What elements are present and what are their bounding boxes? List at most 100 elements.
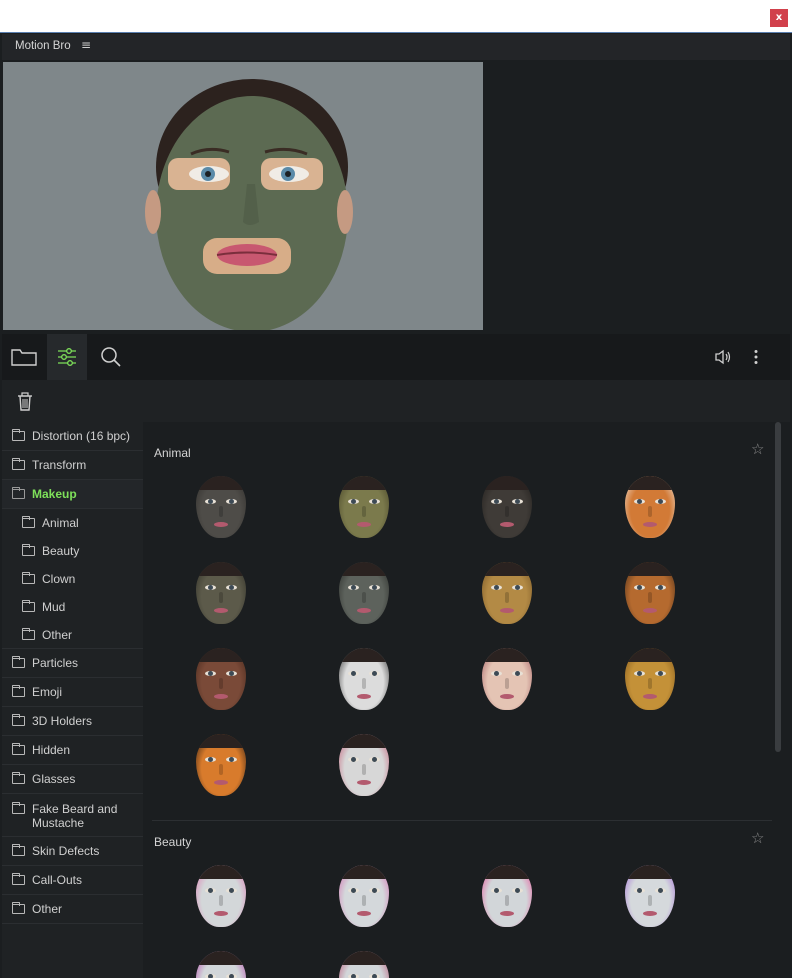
preset-thumbnail[interactable]: [189, 863, 253, 931]
folder-icon: [12, 873, 25, 885]
preset-thumbnail[interactable]: [618, 560, 682, 628]
search-icon[interactable]: [91, 334, 131, 380]
sidebar-item-label: Fake Beard and Mustache: [32, 802, 118, 830]
face-thumbnail-image: [625, 476, 675, 538]
preset-thumbnail[interactable]: [189, 474, 253, 542]
sidebar-item-label: Transform: [32, 458, 87, 472]
face-thumbnail-image: [196, 648, 246, 710]
face-thumbnail-image: [196, 951, 246, 978]
preset-thumbnail[interactable]: [618, 863, 682, 931]
sidebar-item-label: Mud: [42, 600, 66, 614]
sidebar-item-makeup[interactable]: Makeup: [2, 480, 143, 509]
preset-thumbnail[interactable]: [618, 474, 682, 542]
motion-bro-panel: Motion Bro ≡ Distortion (16 bpc) Transfo…: [2, 34, 790, 978]
sidebar-item-emoji[interactable]: Emoji: [2, 678, 143, 707]
face-thumbnail-image: [482, 865, 532, 927]
folder-icon: [12, 844, 25, 856]
preset-thumbnail[interactable]: [332, 732, 396, 800]
sidebar-item-clown[interactable]: Clown: [2, 565, 143, 593]
sidebar-item-makeup-other[interactable]: Other: [2, 621, 143, 649]
window-titlebar: x: [0, 0, 792, 33]
preset-thumbnail[interactable]: [475, 474, 539, 542]
presets-grid: Animal ☆ Beauty ☆: [143, 422, 790, 978]
preset-thumbnail[interactable]: [332, 474, 396, 542]
scrollbar[interactable]: [775, 422, 781, 752]
folder-icon[interactable]: [4, 334, 44, 380]
preset-thumbnail[interactable]: [475, 863, 539, 931]
face-thumbnail-image: [625, 648, 675, 710]
folder-icon: [12, 458, 25, 470]
sidebar-item-label: Emoji: [32, 685, 63, 699]
sliders-icon[interactable]: [47, 334, 87, 380]
sidebar-item-other[interactable]: Other: [2, 895, 143, 924]
sidebar-item-label: Beauty: [42, 544, 80, 558]
preset-thumbnail[interactable]: [332, 646, 396, 714]
face-thumbnail-image: [625, 865, 675, 927]
face-thumbnail-image: [196, 476, 246, 538]
sidebar-item-beauty[interactable]: Beauty: [2, 537, 143, 565]
sidebar-item-distortion[interactable]: Distortion (16 bpc): [2, 422, 143, 451]
sidebar-item-label: 3D Holders: [32, 714, 93, 728]
preset-thumbnail[interactable]: [189, 732, 253, 800]
sidebar-item-label: Makeup: [32, 487, 77, 501]
folder-icon: [22, 600, 35, 612]
sidebar-item-label: Glasses: [32, 772, 76, 786]
sidebar-item-3d-holders[interactable]: 3D Holders: [2, 707, 143, 736]
folder-icon: [22, 544, 35, 556]
preview-image: [3, 62, 483, 330]
close-button[interactable]: x: [770, 9, 788, 27]
preset-thumbnail[interactable]: [189, 646, 253, 714]
main-toolbar: [2, 334, 790, 380]
sidebar-item-label: Other: [42, 627, 73, 642]
sidebar-item-label: Call-Outs: [32, 873, 83, 887]
star-icon[interactable]: ☆: [751, 440, 764, 458]
preset-thumbnail[interactable]: [189, 560, 253, 628]
preset-thumbnail[interactable]: [475, 560, 539, 628]
section-title-animal: Animal: [154, 446, 191, 460]
folder-icon: [12, 429, 25, 441]
sidebar-item-fake-beard[interactable]: Fake Beard and Mustache: [2, 794, 143, 837]
sidebar-item-animal[interactable]: Animal: [2, 509, 143, 537]
star-icon[interactable]: ☆: [751, 829, 764, 847]
face-thumbnail-image: [339, 476, 389, 538]
face-thumbnail-image: [339, 562, 389, 624]
face-thumbnail-image: [196, 734, 246, 796]
preset-thumbnail[interactable]: [332, 949, 396, 978]
sidebar-item-label: Hidden: [32, 743, 71, 757]
category-sidebar: Distortion (16 bpc) Transform Makeup Ani…: [2, 422, 143, 978]
section-title-beauty: Beauty: [154, 835, 192, 849]
preset-thumbnail[interactable]: [332, 863, 396, 931]
preset-thumbnail[interactable]: [618, 646, 682, 714]
face-thumbnail-image: [339, 734, 389, 796]
folder-icon: [12, 802, 25, 814]
preset-thumbnail[interactable]: [189, 949, 253, 978]
action-bar: [2, 380, 790, 422]
sidebar-item-mud[interactable]: Mud: [2, 593, 143, 621]
folder-icon: [12, 902, 25, 914]
face-thumbnail-image: [482, 562, 532, 624]
folder-icon: [12, 743, 25, 755]
folder-icon: [12, 487, 25, 499]
folder-icon: [12, 772, 25, 784]
more-vertical-icon[interactable]: [736, 334, 776, 380]
preset-thumbnail[interactable]: [332, 560, 396, 628]
sidebar-item-label: Skin Defects: [32, 844, 100, 858]
face-thumbnail-image: [482, 648, 532, 710]
sidebar-item-particles[interactable]: Particles: [2, 649, 143, 678]
sidebar-item-call-outs[interactable]: Call-Outs: [2, 866, 143, 895]
sidebar-item-transform[interactable]: Transform: [2, 451, 143, 480]
trash-icon[interactable]: [16, 392, 34, 412]
folder-icon: [12, 685, 25, 697]
sidebar-item-label: Animal: [42, 516, 79, 530]
folder-icon: [12, 656, 25, 668]
panel-header: Motion Bro ≡: [2, 34, 790, 60]
panel-title: Motion Bro: [15, 40, 71, 52]
sidebar-item-skin-defects[interactable]: Skin Defects: [2, 837, 143, 866]
hamburger-icon[interactable]: ≡: [81, 38, 91, 52]
preset-thumbnail[interactable]: [475, 646, 539, 714]
sidebar-item-hidden[interactable]: Hidden: [2, 736, 143, 765]
sidebar-item-label: Distortion (16 bpc): [32, 429, 131, 443]
sidebar-item-glasses[interactable]: Glasses: [2, 765, 143, 794]
face-thumbnail-image: [339, 648, 389, 710]
face-thumbnail-image: [339, 865, 389, 927]
